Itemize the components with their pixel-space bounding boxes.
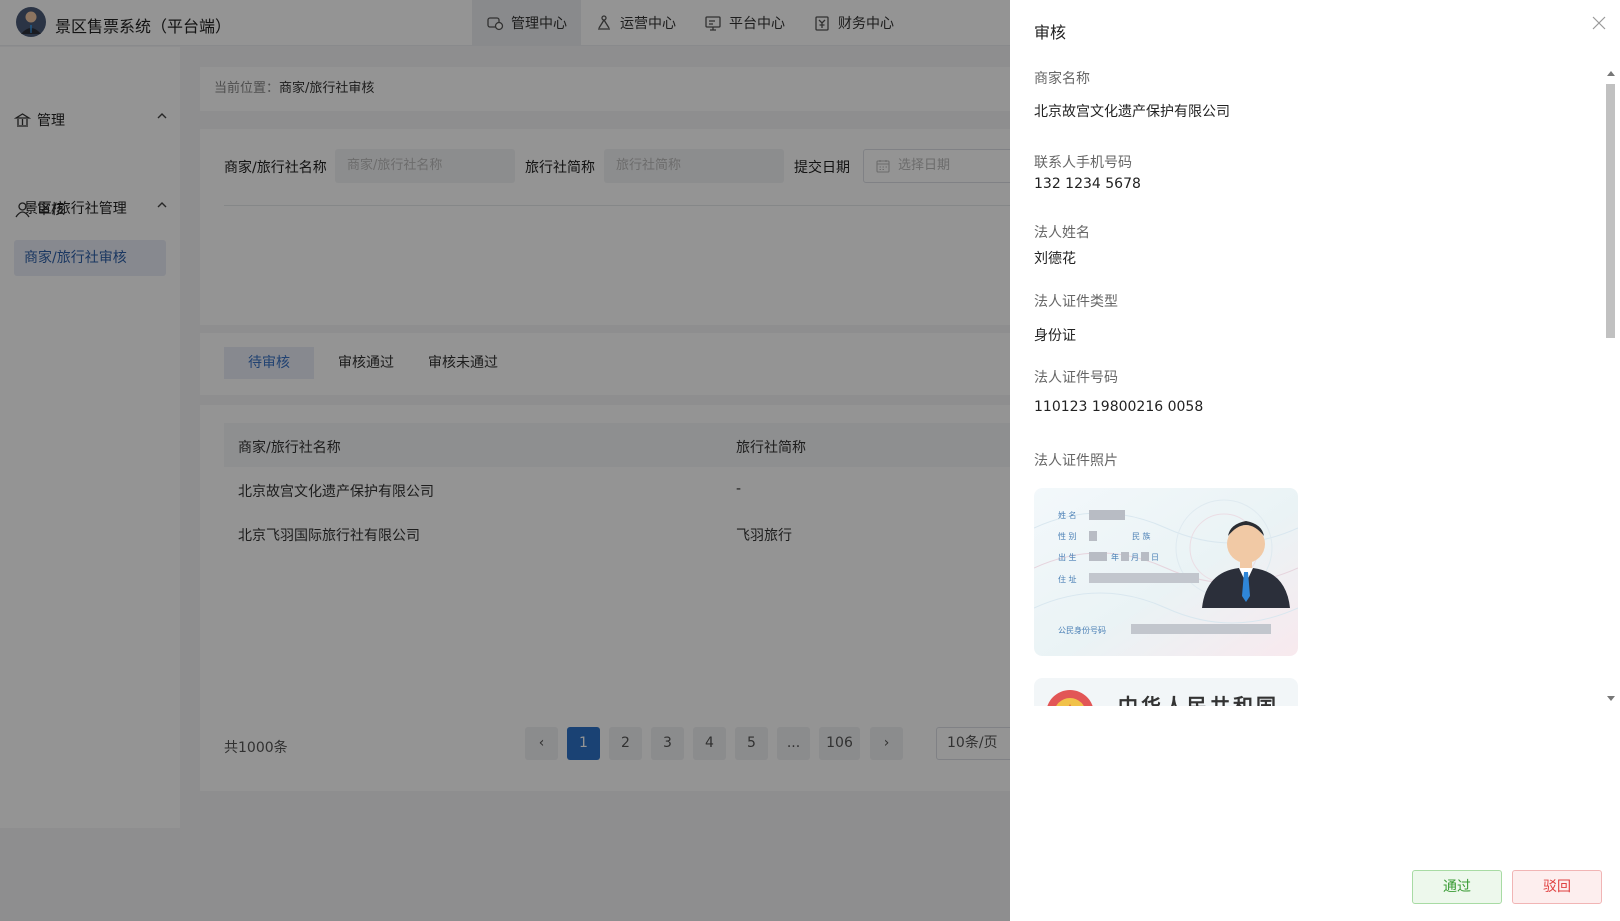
id-birth-month-label: 月	[1131, 553, 1139, 562]
id-birth-label: 出 生	[1058, 553, 1077, 562]
id-number-card-label: 公民身份号码	[1058, 626, 1106, 635]
review-drawer: 审核 商家名称 北京故宫文化遗产保护有限公司 联系人手机号码 132 1234 …	[1010, 0, 1620, 921]
id-gender-label: 性 别	[1058, 532, 1077, 541]
scroll-up-arrow[interactable]	[1607, 71, 1615, 76]
drawer-scrollbar[interactable]	[1604, 68, 1616, 704]
close-icon[interactable]	[1592, 16, 1606, 30]
id-address-label: 住 址	[1058, 575, 1077, 584]
scroll-down-arrow[interactable]	[1607, 696, 1615, 701]
id-name-label: 姓 名	[1058, 511, 1077, 520]
scrollbar-thumb[interactable]	[1606, 84, 1615, 338]
modal-overlay[interactable]	[0, 0, 1010, 921]
contact-phone-label: 联系人手机号码	[1034, 155, 1132, 171]
contact-phone-value: 132 1234 5678	[1034, 176, 1141, 192]
id-number-label: 法人证件号码	[1034, 370, 1118, 386]
id-type-value: 身份证	[1034, 328, 1076, 344]
id-ethnicity-label: 民 族	[1132, 532, 1151, 541]
id-type-label: 法人证件类型	[1034, 294, 1118, 310]
id-card-front-image[interactable]: 姓 名 性 别 民 族 出 生 年 月 日 住 址 公民身份号码	[1034, 488, 1298, 656]
id-photo-label: 法人证件照片	[1034, 453, 1118, 469]
drawer-title: 审核	[1034, 23, 1067, 42]
drawer-scroll-area[interactable]: 商家名称 北京故宫文化遗产保护有限公司 联系人手机号码 132 1234 567…	[1010, 62, 1620, 706]
id-number-value: 110123 19800216 0058	[1034, 399, 1204, 415]
reject-button[interactable]: 驳回	[1512, 870, 1602, 904]
legal-person-name-label: 法人姓名	[1034, 225, 1090, 241]
approve-button[interactable]: 通过	[1412, 870, 1502, 904]
merchant-name-value: 北京故宫文化遗产保护有限公司	[1034, 104, 1230, 120]
id-birth-year-label: 年	[1111, 553, 1119, 562]
id-birth-day-label: 日	[1151, 553, 1159, 562]
id-back-title: 中华人民共和国	[1118, 694, 1279, 706]
id-card-back-image[interactable]: 中华人民共和国	[1034, 678, 1298, 706]
merchant-name-field-label: 商家名称	[1034, 71, 1090, 87]
legal-person-name-value: 刘德花	[1034, 251, 1076, 267]
